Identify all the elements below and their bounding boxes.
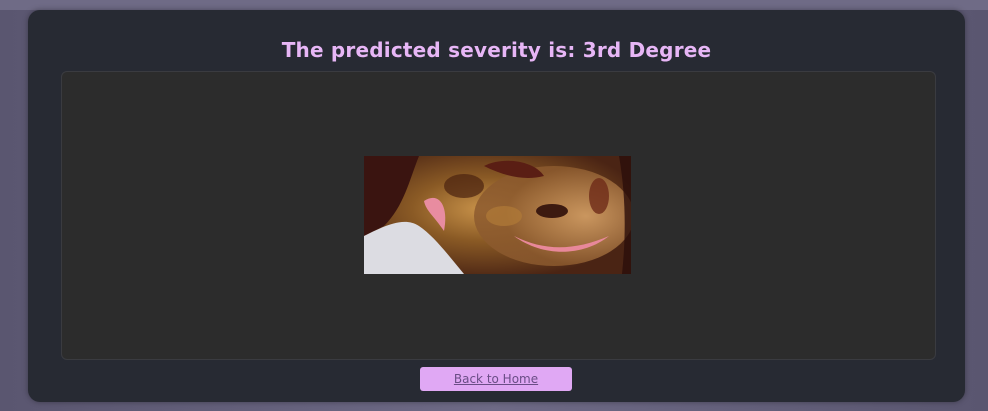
back-to-home-button[interactable]: Back to Home [420, 367, 572, 391]
page-top-strip [0, 0, 988, 10]
burn-image [364, 156, 631, 274]
prediction-title: The predicted severity is: 3rd Degree [281, 38, 712, 62]
image-panel [61, 71, 936, 360]
result-card: The predicted severity is: 3rd Degree Ba… [28, 10, 965, 402]
